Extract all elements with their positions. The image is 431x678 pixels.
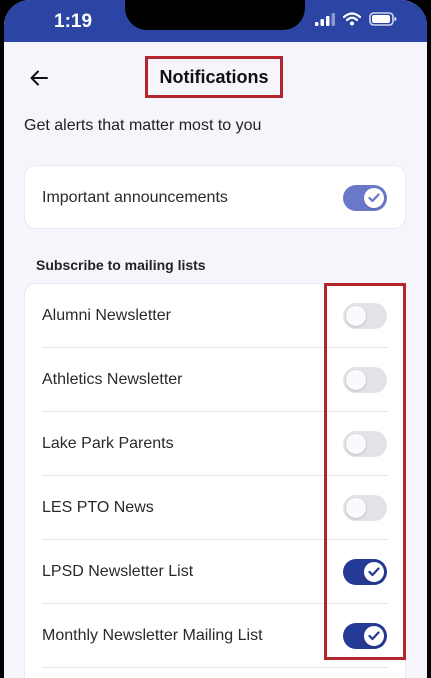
mailing-list-label: Alumni Newsletter xyxy=(42,307,171,324)
announcements-toggle[interactable] xyxy=(343,185,387,211)
mailing-list-label: Lake Park Parents xyxy=(42,435,174,452)
back-button[interactable] xyxy=(24,64,54,92)
page-title: Notifications xyxy=(159,66,269,87)
checkmark-icon xyxy=(368,193,380,203)
cellular-signal-icon xyxy=(315,12,335,26)
phone-screen: 1:19 Notifications Get alerts that matte… xyxy=(4,0,427,678)
toggle-knob xyxy=(364,188,384,208)
mailing-lists-heading: Subscribe to mailing lists xyxy=(36,257,206,273)
battery-icon xyxy=(369,12,397,26)
toggles-highlight xyxy=(324,283,406,660)
mailing-list-label: LES PTO News xyxy=(42,499,154,516)
camera-notch xyxy=(125,0,305,30)
row-divider xyxy=(42,667,388,668)
announcements-row: Important announcements xyxy=(25,166,405,230)
status-time: 1:19 xyxy=(54,11,93,32)
status-bar: 1:19 xyxy=(4,0,427,42)
mailing-list-label: Athletics Newsletter xyxy=(42,371,183,388)
wifi-icon xyxy=(343,12,361,26)
announcements-card: Important announcements xyxy=(24,165,406,229)
status-icons xyxy=(315,12,397,26)
page-subtitle: Get alerts that matter most to you xyxy=(24,117,262,134)
title-highlight: Notifications xyxy=(145,56,283,98)
back-arrow-icon xyxy=(30,70,48,86)
mailing-list-label: LPSD Newsletter List xyxy=(42,563,194,580)
announcements-label: Important announcements xyxy=(42,189,228,206)
mailing-list-label: Monthly Newsletter Mailing List xyxy=(42,627,263,644)
